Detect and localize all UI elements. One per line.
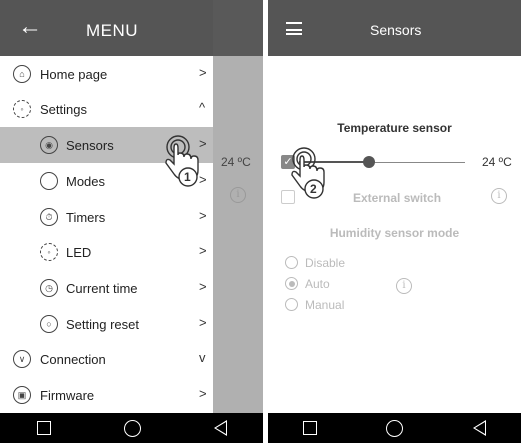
- menu-label: Home page: [40, 67, 108, 82]
- sensor-icon: ◉: [40, 136, 58, 154]
- radio-label-disable: Disable: [305, 256, 346, 270]
- menu-item-connection[interactable]: ∨ Connection v: [0, 341, 213, 377]
- menu-item-led[interactable]: ◦ LED >: [0, 234, 213, 270]
- home-nav-icon[interactable]: [386, 419, 404, 437]
- radio-label-manual: Manual: [305, 298, 345, 312]
- step-number-1: 1: [184, 170, 191, 184]
- menu-item-setting-reset[interactable]: ○ Setting reset >: [0, 306, 213, 342]
- timer-icon: ⏱: [40, 208, 58, 226]
- menu-item-firmware[interactable]: ▣ Firmware >: [0, 377, 213, 413]
- menu-item-settings[interactable]: ◦ Settings ^: [0, 91, 213, 127]
- hamburger-icon[interactable]: [286, 22, 302, 35]
- menu-label: Firmware: [40, 388, 95, 403]
- info-icon[interactable]: i: [491, 188, 507, 204]
- chevron-up-icon: ^: [199, 100, 206, 115]
- temperature-slider-knob[interactable]: [363, 156, 375, 168]
- modes-icon: [40, 172, 58, 190]
- share-icon: ∨: [13, 350, 31, 368]
- back-nav-icon[interactable]: [473, 420, 487, 436]
- radio-label-auto: Auto: [305, 277, 330, 291]
- menu-label: Connection: [40, 352, 106, 367]
- home-nav-icon[interactable]: [123, 419, 141, 437]
- menu-item-timers[interactable]: ⏱ Timers >: [0, 199, 213, 235]
- menu-label: Setting reset: [66, 317, 139, 332]
- dimmed-topbar: [213, 0, 263, 56]
- chevron-right-icon: >: [199, 279, 207, 294]
- menu-item-home-page[interactable]: ⌂ Home page >: [0, 56, 213, 92]
- home-icon: ⌂: [13, 65, 31, 83]
- drawer-header: ← MENU: [0, 0, 213, 56]
- navigation-drawer: ← MENU ⌂ Home page > ◦ Settings ^ ◉ Sens…: [0, 0, 213, 413]
- humidity-mode-title: Humidity sensor mode: [329, 226, 460, 240]
- dimmed-background: [213, 0, 263, 443]
- background-temperature: 24 ºC: [221, 155, 251, 169]
- menu-label: Sensors: [66, 138, 114, 153]
- background-info-icon: i: [230, 187, 246, 203]
- radio-auto[interactable]: [285, 277, 298, 290]
- left-phone-screen: 24 ºC i ← MENU ⌂ Home page > ◦ Settings …: [0, 0, 263, 443]
- right-phone-screen: Sensors Temperature sensor ✓ 24 ºC Exter…: [268, 0, 521, 443]
- menu-label: Modes: [66, 174, 106, 189]
- menu-label: Settings: [40, 102, 87, 117]
- menu-item-current-time[interactable]: ◷ Current time >: [0, 270, 213, 306]
- settings-bulb-icon: ◦: [13, 100, 31, 118]
- temperature-value: 24 ºC: [482, 155, 512, 169]
- temperature-sensor-title: Temperature sensor: [337, 121, 452, 135]
- back-nav-icon[interactable]: [213, 420, 227, 436]
- drawer-title: MENU: [86, 21, 139, 40]
- menu-label: Current time: [66, 281, 138, 296]
- chevron-right-icon: >: [199, 315, 207, 330]
- reset-icon: ○: [40, 315, 58, 333]
- tap-hand-icon: [165, 135, 199, 187]
- menu-label: Timers: [66, 210, 106, 225]
- menu-label: LED: [66, 245, 92, 260]
- arrow-left-icon[interactable]: ←: [18, 14, 42, 40]
- chevron-right-icon: >: [199, 65, 207, 80]
- android-nav-bar: [0, 413, 263, 443]
- recents-icon[interactable]: [302, 421, 317, 435]
- tap-hand-icon: [291, 147, 325, 199]
- chevron-right-icon: >: [199, 243, 207, 258]
- recents-icon[interactable]: [36, 421, 51, 435]
- firmware-icon: ▣: [13, 386, 31, 404]
- page-title: Sensors: [370, 22, 422, 38]
- android-nav-bar: [268, 413, 521, 443]
- chevron-right-icon: >: [199, 386, 207, 401]
- chevron-down-icon: v: [199, 350, 206, 365]
- radio-disable[interactable]: [285, 256, 298, 269]
- chevron-right-icon: >: [199, 208, 207, 223]
- external-switch-label: External switch: [353, 191, 442, 205]
- info-icon[interactable]: i: [396, 278, 412, 294]
- led-bulb-icon: ◦: [40, 243, 58, 261]
- radio-manual[interactable]: [285, 298, 298, 311]
- step-number-2: 2: [310, 182, 317, 196]
- app-header: Sensors: [268, 0, 521, 56]
- clock-icon: ◷: [40, 279, 58, 297]
